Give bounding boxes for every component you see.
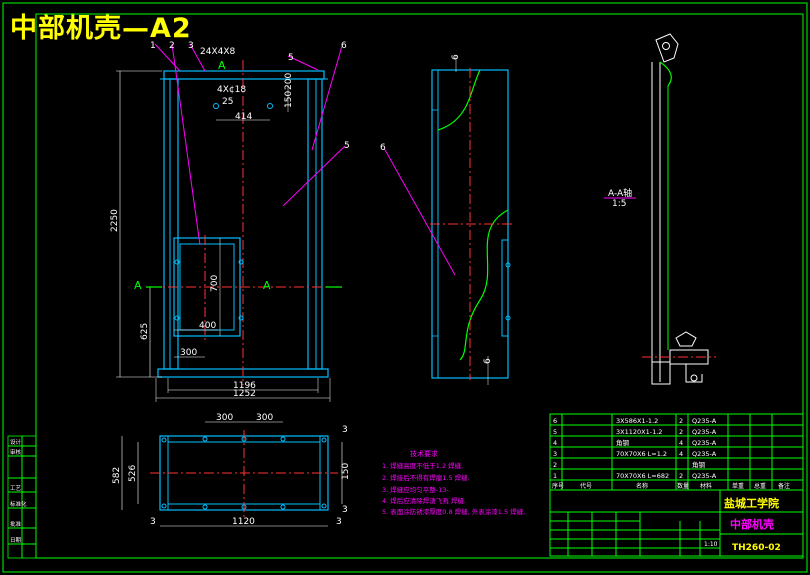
dim-top-holes: 4X¢18 — [217, 85, 246, 95]
section-mark-top: A — [218, 59, 226, 72]
bom-mat-5: Q235-A — [692, 428, 717, 436]
drawing-number: TH260-02 — [732, 543, 781, 553]
side-part-label-6: 6 — [380, 143, 386, 153]
bom-header-qty: 数量 — [677, 482, 689, 490]
bom-rows: 6 3X586X1-1.2 2 Q235-A 5 3X1120X1-1.2 2 … — [552, 417, 790, 490]
bom-name-1: 70X70X6 L=682 — [616, 472, 669, 480]
section-view — [642, 33, 716, 385]
bom-header-total: 总重 — [754, 482, 766, 490]
drawing-scale: 1:10 — [704, 541, 718, 548]
bom-no-5: 5 — [553, 428, 557, 436]
part-label-6: 6 — [341, 41, 347, 51]
bom-mat-1: Q235-A — [692, 472, 717, 480]
dim-200: 200 — [284, 73, 294, 90]
bom-header-material: 材料 — [700, 482, 712, 490]
bottom-dim-300a: 300 — [216, 413, 233, 423]
bom-no-3: 3 — [553, 450, 557, 458]
dim-weld: 5 — [288, 53, 294, 63]
part-label-1: 1 — [150, 41, 156, 51]
part-label-2: 2 — [169, 41, 175, 51]
side-dim-top-6: 6 — [451, 54, 461, 60]
bom-header-code: 代号 — [580, 482, 592, 490]
bottom-dim-150: 150 — [341, 463, 351, 480]
bottom-dim-3a: 3 — [150, 517, 156, 527]
note-3: 3. 焊缝应均匀平整-13-. — [382, 485, 451, 494]
bom-header-unit: 单重 — [732, 482, 744, 490]
section-mark-left: A — [134, 279, 142, 292]
bom-qty-3: 4 — [679, 450, 683, 458]
dim-150: 150 — [284, 91, 294, 108]
bottom-view — [121, 421, 343, 527]
dim-1252: 1252 — [233, 389, 256, 399]
stamp-label-approve: 批准 — [10, 520, 22, 528]
bom-no-4: 4 — [553, 439, 557, 447]
bom-name-5: 3X1120X1-1.2 — [616, 428, 662, 436]
bom-name-4: 角钢 — [616, 438, 630, 447]
bottom-dim-526: 526 — [128, 465, 138, 482]
note-2: 2. 焊接后不得有焊瘤1.5 焊缝. — [382, 473, 470, 482]
stamp-label-standard: 标准化 — [10, 500, 27, 508]
dim-r25: 25 — [222, 97, 233, 107]
dim-700: 700 — [210, 275, 220, 292]
notes-title: 技术要求 — [410, 449, 438, 458]
note-4: 4. 焊后应清除焊渣飞溅 焊缝. — [382, 496, 466, 505]
bom-header-remark: 备注 — [778, 482, 790, 490]
stamp-label-review: 审核 — [10, 448, 22, 456]
bottom-dim-3c: 3 — [342, 425, 348, 435]
engineering-drawing: 1 2 3 5 6 24X4X8 5 4X¢18 25 150 200 414 … — [2, 2, 808, 573]
stamp-label-design: 设计 — [10, 438, 22, 446]
bom-qty-1: 2 — [679, 472, 683, 480]
section-label-scale: 1:5 — [612, 199, 626, 209]
dim-414: 414 — [235, 112, 252, 122]
bom-qty-4: 4 — [679, 439, 683, 447]
side-dim-bot-6: 6 — [483, 358, 493, 364]
bottom-dim-3b: 3 — [336, 517, 342, 527]
bom-no-1: 1 — [553, 472, 557, 480]
bom-no-2: 2 — [553, 461, 557, 469]
bottom-dim-300b: 300 — [256, 413, 273, 423]
school-name: 盐城工学院 — [724, 496, 779, 510]
note-5: 5. 表面涂防锈漆厚度0.8 焊缝, 外表涂漆1.5 焊缝. — [382, 507, 525, 516]
part-label-5: 5 — [344, 141, 350, 151]
bom-mat-4: Q235-A — [692, 439, 717, 447]
section-label-name: A-A轴 — [608, 187, 632, 199]
bom-name-6: 3X586X1-1.2 — [616, 417, 658, 425]
bom-qty-5: 2 — [679, 428, 683, 436]
note-1: 1. 焊缝高度不低于1.2 焊缝. — [382, 461, 463, 470]
dim-625: 625 — [140, 323, 150, 340]
dim-400: 400 — [199, 321, 216, 331]
bom-header-no: 序号 — [552, 482, 564, 490]
bom-mat-6: Q235-A — [692, 417, 717, 425]
dim-300: 300 — [180, 348, 197, 358]
bom-header-name: 名称 — [636, 482, 648, 490]
dim-2250: 2250 — [110, 209, 120, 232]
stamp-label-date: 日期 — [10, 537, 22, 544]
bom-mat-2: 角钢 — [692, 460, 706, 469]
bottom-dim-582: 582 — [112, 467, 122, 484]
bom-mat-3: Q235-A — [692, 450, 717, 458]
section-mark-right: A — [263, 279, 271, 292]
bom-table — [549, 413, 804, 491]
part-name: 中部机壳 — [730, 517, 774, 531]
dim-top-bar: 24X4X8 — [200, 47, 236, 57]
bom-name-3: 70X70X6 L=1.2 — [616, 450, 667, 458]
technical-notes: 技术要求 1. 焊缝高度不低于1.2 焊缝. 2. 焊接后不得有焊瘤1.5 焊缝… — [382, 449, 525, 516]
bom-qty-6: 2 — [679, 417, 683, 425]
side-view — [383, 56, 512, 385]
bottom-dim-3d: 3 — [342, 505, 348, 515]
bottom-dim-1120: 1120 — [232, 517, 255, 527]
part-label-3: 3 — [188, 41, 194, 51]
bom-no-6: 6 — [553, 417, 557, 425]
stamp-label-process: 工艺 — [10, 485, 22, 492]
